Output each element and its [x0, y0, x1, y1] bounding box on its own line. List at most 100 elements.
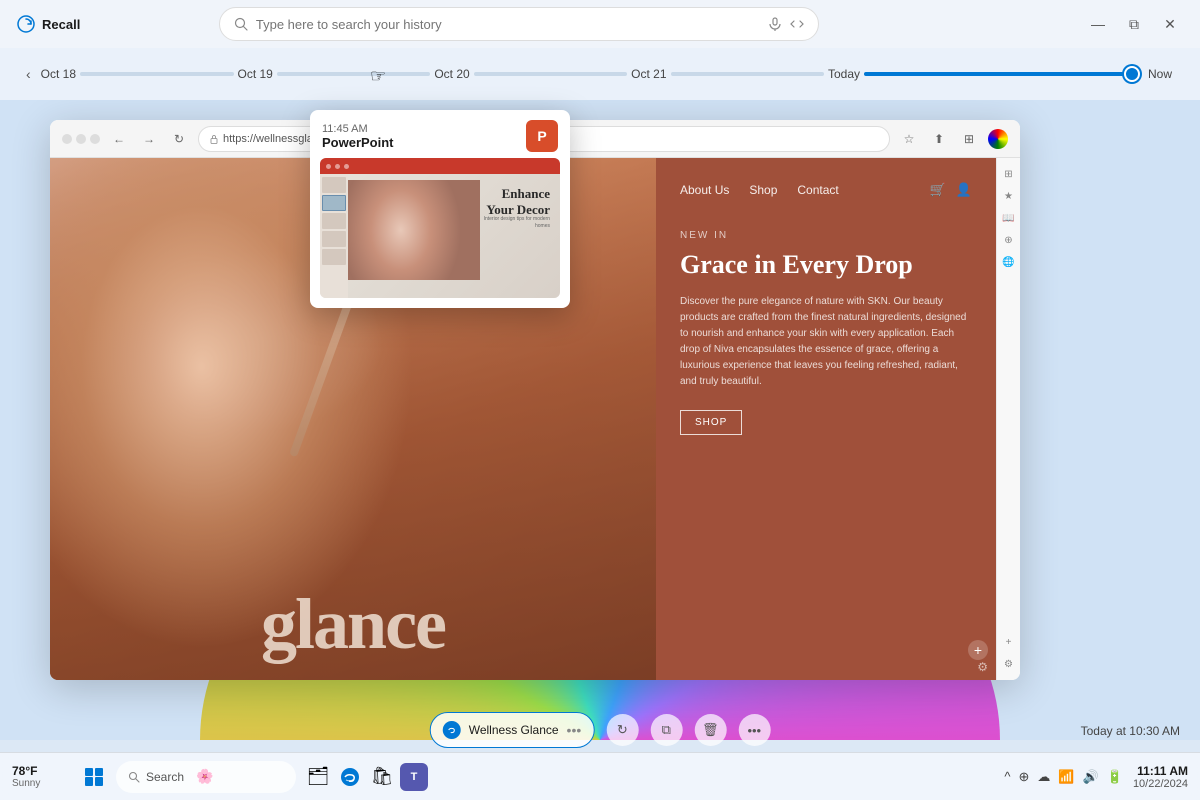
site-new-in-badge: NEW IN [680, 230, 972, 241]
tray-chevron-icon[interactable]: ^ [1004, 769, 1010, 784]
search-input[interactable] [256, 17, 760, 32]
weather-description: Sunny [12, 778, 72, 789]
sidebar-icon-3[interactable]: 📖 [1001, 210, 1017, 226]
settings-icon[interactable]: ⚙ [977, 660, 988, 674]
timeline-track-filled[interactable] [864, 72, 1124, 76]
timeline-now-dot[interactable] [1124, 66, 1140, 82]
ppt-preview-image: Enhance Your Decor Interior design tips … [320, 158, 560, 298]
browser-dot-1 [62, 134, 72, 144]
taskbar-search-icon [128, 771, 140, 783]
timeline-track-3[interactable] [474, 72, 627, 76]
sidebar-icon-2[interactable]: ★ [1001, 188, 1017, 204]
ppt-thumb-5 [322, 249, 346, 265]
window-more-btn[interactable]: ••• [738, 714, 770, 746]
active-window-edge-icon [443, 721, 461, 739]
expand-button[interactable]: + [968, 640, 988, 660]
sidebar-gear-icon[interactable]: ⚙ [1001, 656, 1017, 672]
app-title: Recall [42, 17, 80, 32]
ppt-slide-subtext: Interior design tips for modern homes [470, 216, 550, 230]
win-sq-2 [95, 768, 103, 776]
timeline-back-arrow[interactable]: ‹ [20, 62, 37, 86]
ppt-slide-headline-text: Enhance Your Decor [486, 186, 550, 217]
ppt-slide-content: Enhance Your Decor Interior design tips … [320, 158, 560, 298]
ppt-bar-dot-3 [344, 164, 349, 169]
ppt-thumbnails-panel [320, 174, 348, 298]
browser-back-btn[interactable]: ← [108, 128, 130, 150]
close-button[interactable]: ✕ [1156, 10, 1184, 38]
restore-button[interactable]: ⧉ [1120, 10, 1148, 38]
ppt-thumb-1 [322, 177, 346, 193]
taskbar-weather: 78°F Sunny [12, 764, 72, 789]
tray-battery-icon[interactable]: 🔋 [1107, 769, 1123, 785]
user-icon[interactable]: 👤 [956, 182, 972, 198]
mic-icon[interactable] [768, 17, 782, 31]
tray-sound-icon[interactable]: 🔊 [1083, 769, 1099, 785]
browser-ext-btn[interactable]: ⊞ [958, 128, 980, 150]
browser-bookmark-btn[interactable]: ☆ [898, 128, 920, 150]
ppt-icon-letter: P [537, 128, 546, 144]
window-copy-btn[interactable]: ⧉ [650, 714, 682, 746]
window-refresh-btn[interactable]: ↻ [606, 714, 638, 746]
taskbar-app-teams[interactable]: T [400, 763, 428, 791]
site-shop-button[interactable]: SHOP [680, 410, 742, 435]
timeline-date-oct18[interactable]: Oct 18 [37, 67, 80, 81]
tray-vpn-icon[interactable]: ⊕ [1018, 769, 1029, 785]
ppt-bar-dot-2 [335, 164, 340, 169]
taskbar-app-store[interactable]: 🛍 [368, 763, 396, 791]
ppt-time-title-group: 11:45 AM PowerPoint [322, 123, 394, 150]
site-product-description: Discover the pure elegance of nature wit… [680, 294, 972, 390]
site-nav-shop[interactable]: Shop [749, 183, 777, 197]
windows-logo-icon [85, 768, 103, 786]
active-window-options-btn[interactable]: ••• [567, 722, 582, 738]
tray-cloud-icon[interactable]: ☁ [1037, 769, 1050, 785]
timeline-track-1[interactable] [80, 72, 233, 76]
taskbar-app-edge[interactable] [336, 763, 364, 791]
taskbar-search-bar[interactable]: Search 🌸 [116, 761, 296, 793]
hero-glance-text: glance [50, 588, 656, 660]
sidebar-icon-1[interactable]: ⊞ [1001, 166, 1017, 182]
ppt-thumb-2-active[interactable] [322, 195, 346, 211]
browser-traffic-lights [62, 134, 100, 144]
minimize-button[interactable]: — [1084, 10, 1112, 38]
tray-wifi-icon[interactable]: 📶 [1058, 769, 1074, 785]
window-delete-btn[interactable]: 🗑 [694, 714, 726, 746]
timeline-date-oct19[interactable]: Oct 19 [234, 67, 277, 81]
taskbar-datetime[interactable]: 11:11 AM 10/22/2024 [1133, 764, 1188, 790]
timeline-date-oct20[interactable]: Oct 20 [430, 67, 473, 81]
cart-icon[interactable]: 🛒 [930, 182, 946, 198]
win-sq-4 [95, 777, 103, 785]
site-product-headline: Grace in Every Drop [680, 249, 972, 280]
browser-forward-btn[interactable]: → [138, 128, 160, 150]
win-sq-3 [85, 777, 93, 785]
code-icon[interactable] [790, 17, 804, 31]
timeline-today-label[interactable]: Today [824, 67, 864, 81]
timeline-track-2[interactable] [277, 72, 430, 76]
timeline-date-oct21[interactable]: Oct 21 [627, 67, 670, 81]
browser-profile-btn[interactable] [988, 129, 1008, 149]
active-window-title: Wellness Glance [469, 723, 559, 737]
browser-dot-2 [76, 134, 86, 144]
browser-share-btn[interactable]: ⬆ [928, 128, 950, 150]
search-bar[interactable] [219, 7, 819, 41]
title-bar: Recall — ⧉ ✕ [0, 0, 1200, 48]
taskbar: 78°F Sunny Search 🌸 🗂 🛍 T [0, 752, 1200, 800]
main-area: ← → ↻ https://wellnessglance.com ☆ ⬆ ⊞ [0, 100, 1200, 740]
sidebar-icon-4[interactable]: ⊕ [1001, 232, 1017, 248]
site-nav-about[interactable]: About Us [680, 183, 729, 197]
site-product-info: About Us Shop Contact 🛒 👤 NEW IN Grace i… [656, 158, 996, 680]
site-nav-contact[interactable]: Contact [797, 183, 838, 197]
start-button[interactable] [80, 763, 108, 791]
taskbar-search-label: Search [146, 770, 184, 784]
ppt-bar-dot-1 [326, 164, 331, 169]
sidebar-icon-5[interactable]: 🌐 [1001, 254, 1017, 270]
ppt-tooltip-header: 11:45 AM PowerPoint P [310, 110, 570, 158]
win-sq-1 [85, 768, 93, 776]
edge-icon [340, 767, 360, 787]
active-window-indicator[interactable]: Wellness Glance ••• [430, 712, 595, 748]
timeline-track-4[interactable] [671, 72, 824, 76]
taskbar-app-files[interactable]: 🗂 [304, 763, 332, 791]
ppt-slide-preview: Enhance Your Decor Interior design tips … [310, 158, 570, 308]
sidebar-expand-icon[interactable]: + [1001, 634, 1017, 650]
browser-refresh-btn[interactable]: ↻ [168, 128, 190, 150]
ppt-timestamp: 11:45 AM [322, 123, 394, 135]
